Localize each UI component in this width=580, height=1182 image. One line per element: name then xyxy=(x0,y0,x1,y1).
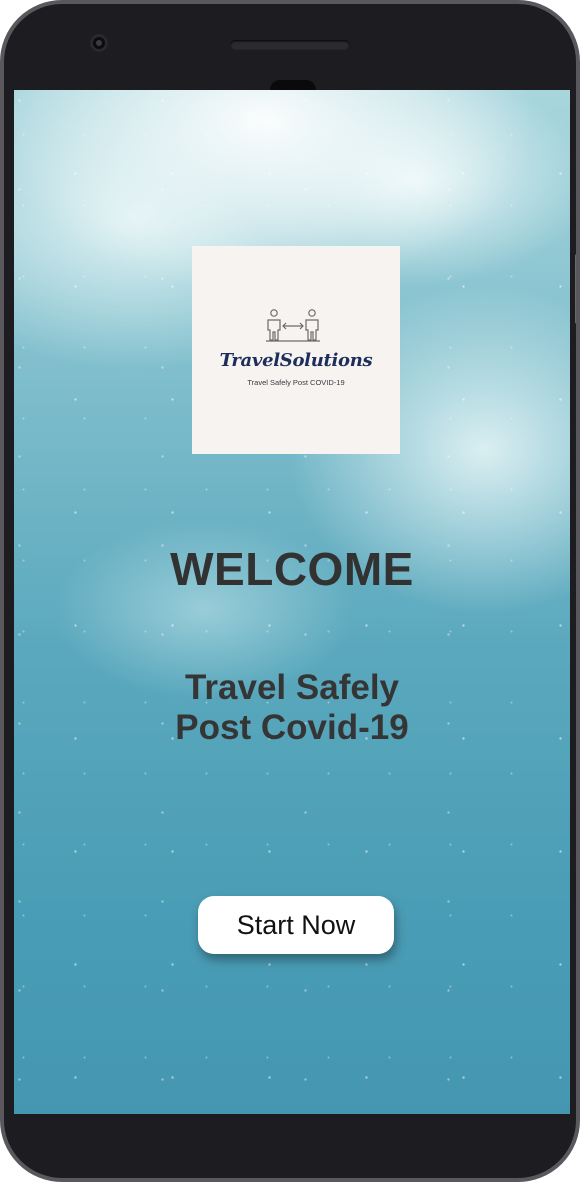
phone-frame: TravelSolutions Travel Safely Post COVID… xyxy=(0,0,580,1182)
front-camera xyxy=(90,34,108,52)
subtitle-line-1: Travel Safely xyxy=(184,668,400,707)
volume-button xyxy=(575,254,576,324)
background-texture xyxy=(14,90,570,1114)
start-now-button[interactable]: Start Now xyxy=(198,896,394,954)
social-distancing-people-icon xyxy=(266,309,320,342)
brand-tagline: Travel Safely Post COVID-19 xyxy=(247,378,345,387)
subtitle-line-2: Post Covid-19 xyxy=(175,708,409,747)
brand-name: TravelSolutions xyxy=(219,350,373,371)
app-logo: TravelSolutions Travel Safely Post COVID… xyxy=(192,246,400,454)
earpiece-speaker xyxy=(230,40,350,50)
welcome-heading: WELCOME xyxy=(170,543,414,595)
welcome-subtitle: Travel Safely Post Covid-19 xyxy=(14,668,570,748)
app-screen: TravelSolutions Travel Safely Post COVID… xyxy=(14,90,570,1114)
